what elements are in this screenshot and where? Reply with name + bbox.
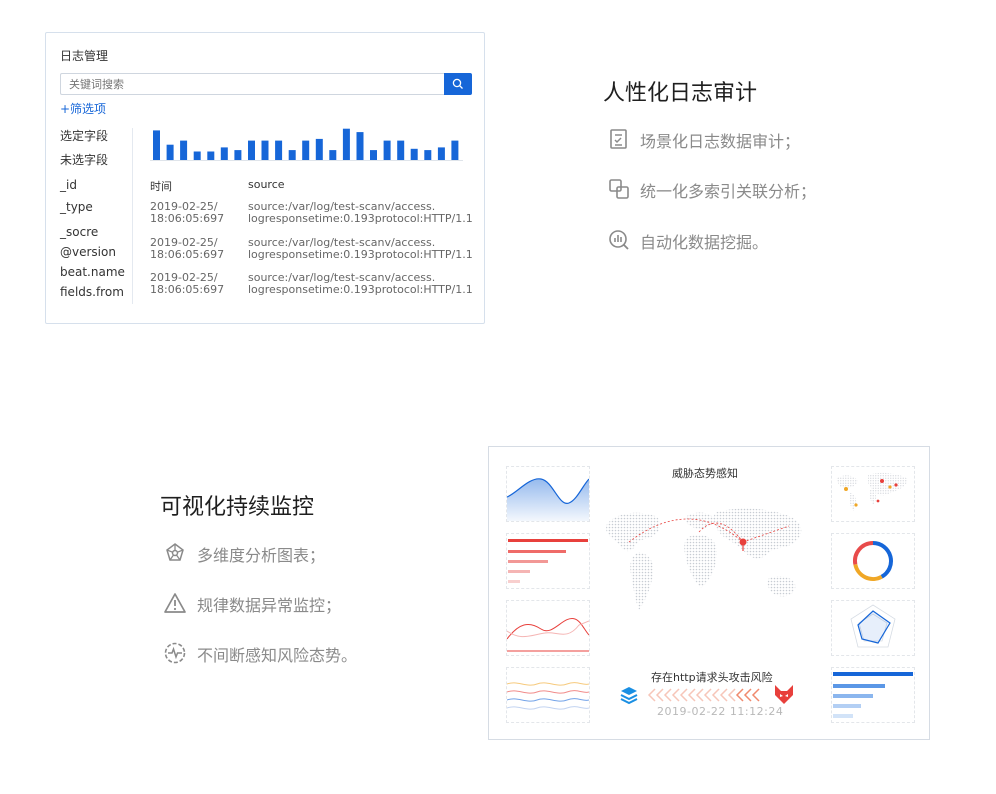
histogram-bar — [397, 140, 405, 161]
wave-chart-panel — [506, 667, 590, 723]
threat-dashboard: 威胁态势感知 存在http请求头攻击风险 2019-02-22 11:12:24 — [488, 446, 930, 740]
donut-chart-panel — [831, 533, 915, 589]
log-panel-title: 日志管理 — [60, 49, 109, 63]
source-line: logresponsetime:0.193protocol:HTTP/1.1 — [248, 249, 473, 261]
histogram-bar — [166, 144, 174, 161]
table-cell-source[interactable]: source:/var/log/test-scanv/access. logre… — [248, 237, 478, 261]
histogram-bar — [315, 138, 323, 161]
time-line: 18:06:05:697 — [150, 248, 225, 261]
time-line: 18:06:05:697 — [150, 212, 225, 225]
warning-icon — [164, 593, 186, 613]
feature-title: 人性化日志审计 — [603, 81, 758, 106]
table-cell-source[interactable]: source:/var/log/test-scanv/access. logre… — [248, 272, 478, 296]
histogram-bar — [248, 140, 255, 161]
feature-item: 不间断感知风险态势。 — [197, 646, 358, 665]
field-item[interactable]: beat.name — [60, 265, 125, 279]
alert-message: 存在http请求头攻击风险 — [651, 671, 773, 684]
histogram-bar — [261, 140, 269, 161]
source-line: source:/var/log/test-scanv/access. — [248, 201, 436, 213]
histogram-bar — [302, 140, 310, 161]
dimension-icon — [166, 543, 184, 561]
feature-item: 多维度分析图表； — [197, 546, 326, 565]
histogram-bar — [383, 140, 391, 161]
dashboard-title: 威胁态势感知 — [672, 467, 738, 480]
attack-flow-arrows — [647, 688, 760, 702]
search-button[interactable] — [444, 73, 472, 95]
source-line: source:/var/log/test-scanv/access. — [248, 237, 436, 249]
wave-chart — [506, 682, 590, 710]
histogram-bar — [356, 132, 364, 161]
radar-chart — [850, 604, 896, 648]
data-search-icon — [609, 230, 629, 250]
field-item[interactable]: _type — [60, 200, 93, 214]
donut-segment — [853, 563, 883, 581]
search-input[interactable] — [60, 73, 444, 95]
log-histogram — [153, 128, 459, 161]
bar-list-chart — [508, 539, 588, 583]
feature-item: 自动化数据挖掘。 — [640, 233, 769, 252]
radar-chart-panel — [831, 600, 915, 656]
source-line: source:/var/log/test-scanv/access. — [248, 272, 436, 284]
feature-item: 规律数据异常监控； — [197, 596, 342, 615]
field-item[interactable]: @version — [60, 245, 116, 259]
feature-item: 场景化日志数据审计； — [640, 132, 801, 151]
column-header-time[interactable]: 时间 — [150, 178, 172, 194]
source-line: logresponsetime:0.193protocol:HTTP/1.1 — [248, 213, 473, 225]
histogram-bar — [220, 147, 228, 161]
table-cell-time: 2019-02-25/ 18:06:05:697 — [150, 201, 224, 225]
donut-chart — [853, 541, 893, 581]
selected-fields-label[interactable]: 选定字段 — [60, 127, 108, 144]
area-chart-panel — [506, 466, 590, 522]
histogram-bar — [275, 140, 283, 161]
histogram-axis — [150, 160, 463, 161]
attack-arcs — [628, 518, 790, 551]
divider — [132, 128, 133, 304]
table-cell-source[interactable]: source:/var/log/test-scanv/access. logre… — [248, 201, 478, 225]
time-line: 18:06:05:697 — [150, 283, 225, 296]
feature-title: 可视化持续监控 — [160, 495, 315, 520]
donut-segment — [853, 541, 874, 565]
log-management-panel: 日志管理 +筛选项 选定字段 未选字段 _id _type _socre @ve… — [45, 32, 485, 324]
checklist-icon — [610, 129, 627, 149]
mini-world-map — [836, 472, 908, 511]
mini-map-panel — [831, 466, 915, 522]
histogram-bar — [437, 147, 445, 161]
search-icon — [452, 78, 463, 89]
area-chart — [506, 478, 590, 521]
field-item[interactable]: _socre — [60, 225, 98, 239]
add-filter-link[interactable]: +筛选项 — [60, 100, 106, 117]
histogram-bar — [153, 130, 160, 161]
hacker-fox-icon — [775, 685, 793, 704]
source-line: logresponsetime:0.193protocol:HTTP/1.1 — [248, 284, 473, 296]
horizontal-bar-chart — [833, 672, 913, 718]
histogram-bar — [342, 128, 350, 161]
donut-segment — [872, 541, 893, 579]
table-cell-time: 2019-02-25/ 18:06:05:697 — [150, 272, 224, 296]
link-icon — [609, 179, 629, 199]
pulse-icon — [164, 642, 186, 664]
unselected-fields-label[interactable]: 未选字段 — [60, 151, 108, 168]
horizontal-bar-panel — [831, 667, 915, 723]
bar-list-panel — [506, 533, 590, 589]
line-chart — [506, 618, 590, 652]
histogram-bar — [451, 140, 459, 161]
layers-icon — [620, 687, 638, 705]
field-item[interactable]: fields.from — [60, 285, 124, 299]
feature-item: 统一化多索引关联分析； — [640, 182, 817, 201]
column-header-source[interactable]: source — [248, 178, 285, 191]
table-cell-time: 2019-02-25/ 18:06:05:697 — [150, 237, 224, 261]
histogram-bar — [180, 140, 188, 161]
alert-timestamp: 2019-02-22 11:12:24 — [657, 705, 784, 718]
field-item[interactable]: _id — [60, 178, 77, 192]
line-chart-panel — [506, 600, 590, 656]
